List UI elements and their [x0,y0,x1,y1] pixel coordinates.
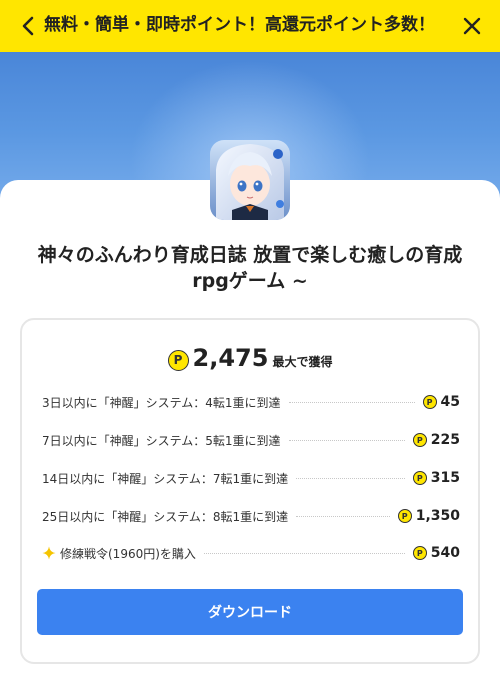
reward-row: 25日以内に「神醒」システム：8転1重に到達 P 1,350 [42,506,460,526]
app-title: 神々のふんわり育成日誌 放置で楽しむ癒しの育成rpgゲーム ~ [37,244,463,292]
reward-label: 修練戦令(1960円)を購入 [60,546,196,561]
close-icon[interactable] [460,14,484,38]
dotted-leader [288,439,405,441]
reward-row: 14日以内に「神醒」システム：7転1重に到達 P 315 [42,468,460,488]
reward-label: 3日以内に「神醒」システム：4転1重に到達 [42,395,281,410]
total-suffix: 最大で獲得 [272,355,333,369]
reward-row: 7日以内に「神醒」システム：5転1重に到達 P 225 [42,430,460,450]
reward-label: 25日以内に「神醒」システム：8転1重に到達 [42,509,289,524]
dotted-leader [296,477,405,479]
point-coin-icon: P [422,395,437,409]
dotted-leader [288,401,415,403]
reward-row: 3日以内に「神醒」システム：4転1重に到達 P 45 [42,392,460,412]
point-coin-icon: P [167,349,189,371]
reward-label: 14日以内に「神醒」システム：7転1重に到達 [42,471,289,486]
reward-points: 315 [430,470,460,486]
reward-label: 7日以内に「神醒」システム：5転1重に到達 [42,433,281,448]
dotted-leader [203,552,405,554]
banner-title: 無料・簡単・即時ポイント！高還元ポイント多数！ [44,15,435,35]
top-banner: 無料・簡単・即時ポイント！高還元ポイント多数！ [0,0,500,52]
app-icon [210,140,290,220]
reward-points: 1,350 [415,508,460,524]
point-coin-icon: P [397,509,412,523]
download-button[interactable]: ダウンロード [37,589,463,635]
point-coin-icon: P [412,433,427,447]
reward-points: 45 [440,394,460,410]
total-points: P 2,475 最大で獲得 [22,344,478,373]
dotted-leader [296,515,390,517]
back-icon[interactable] [14,12,42,40]
point-coin-icon: P [412,471,427,485]
reward-row: 修練戦令(1960円)を購入 P 540 [42,543,460,563]
total-amount: 2,475 [192,344,269,372]
point-coin-icon: P [412,546,427,560]
reward-points: 225 [430,432,460,448]
reward-points: 540 [430,545,460,561]
sparkle-icon [42,546,56,560]
reward-card: P 2,475 最大で獲得 3日以内に「神醒」システム：4転1重に到達 P 45… [20,318,480,664]
